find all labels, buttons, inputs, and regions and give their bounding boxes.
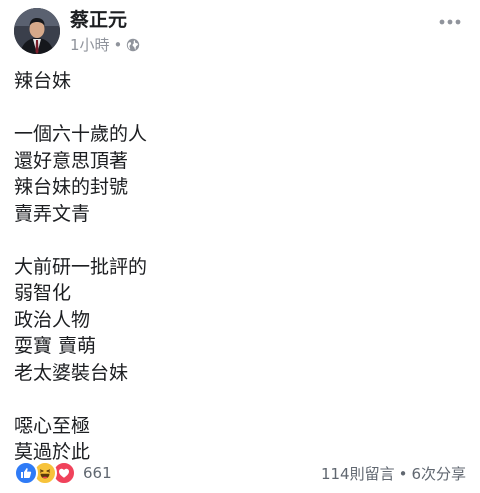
more-horizontal-icon[interactable] [436, 12, 464, 32]
post-text-line: 大前研一批評的 [14, 255, 148, 278]
meta-separator: • [113, 36, 123, 54]
post-text-line: 老太婆裝台妹 [14, 361, 129, 384]
stats-separator: • [398, 464, 408, 483]
post-text-line: 辣台妹的封號 [14, 176, 129, 198]
post-timestamp[interactable]: 1小時 [70, 36, 110, 54]
post-text-line: 噁心至極 [14, 414, 91, 437]
reaction-count: 661 [83, 464, 112, 482]
facebook-post: 蔡正元 1小時 • 辣台妹 一個六十歲的人 還好意思頂著 辣台妹的封號 賣弄文青… [0, 0, 480, 493]
globe-icon [126, 38, 140, 52]
shares-count[interactable]: 6次分享 [411, 463, 466, 484]
post-body: 辣台妹 一個六十歲的人 還好意思頂著 辣台妹的封號 賣弄文青 大前研一批評的 弱… [14, 68, 454, 466]
post-meta: 1小時 • [70, 36, 140, 54]
post-text-line: 賣弄文青 [14, 202, 91, 225]
like-icon [14, 461, 38, 485]
post-text-line: 耍寶 賣萌 [14, 335, 97, 357]
post-text-line: 辣台妹 [14, 70, 72, 92]
engagement-stats: 114則留言 • 6次分享 [321, 463, 466, 484]
post-footer: 661 114則留言 • 6次分享 [14, 461, 466, 485]
author-avatar[interactable] [14, 8, 60, 54]
post-text-line: 弱智化 [14, 282, 72, 304]
post-text-line [14, 95, 454, 122]
post-text-line: 還好意思頂著 [14, 149, 129, 172]
post-text-line: 一個六十歲的人 [14, 123, 148, 145]
author-name[interactable]: 蔡正元 [70, 8, 127, 32]
post-text-line [14, 386, 454, 413]
reactions-summary[interactable]: 661 [14, 461, 112, 485]
comments-count[interactable]: 114則留言 [321, 463, 395, 484]
post-text-line [14, 227, 454, 254]
post-text-line: 政治人物 [14, 308, 91, 331]
post-header: 蔡正元 1小時 • [14, 8, 466, 58]
